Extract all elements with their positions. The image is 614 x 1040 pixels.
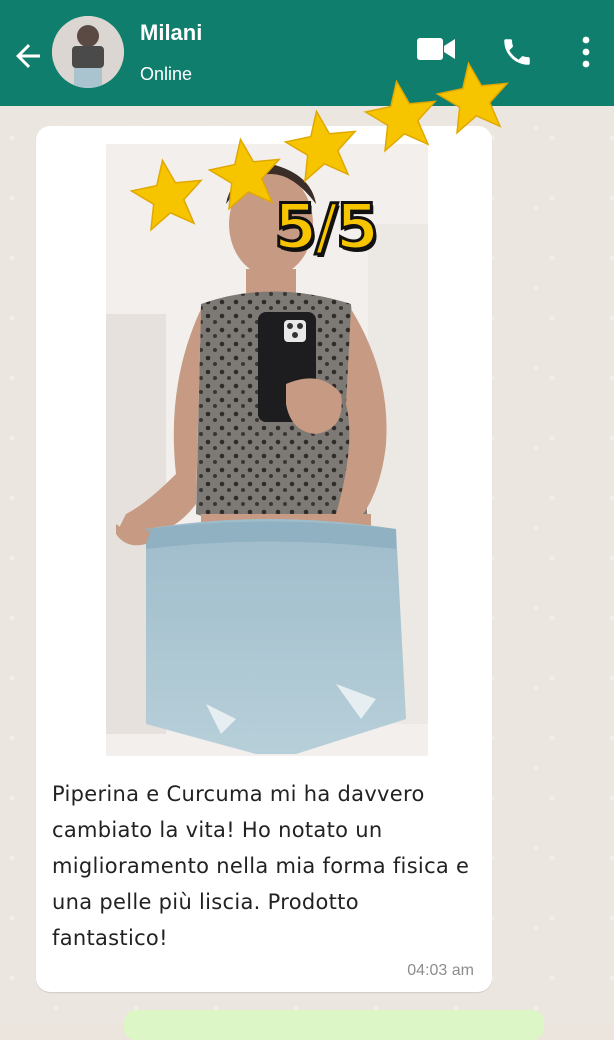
message-timestamp: 04:03 am bbox=[407, 962, 474, 979]
chat-header: Milani Online bbox=[0, 0, 614, 106]
video-call-icon[interactable] bbox=[416, 34, 456, 64]
outgoing-message-bubble-partial[interactable] bbox=[124, 1010, 544, 1040]
mirror-selfie-image bbox=[106, 144, 428, 756]
avatar[interactable] bbox=[52, 16, 124, 88]
rating-label: 5/5 bbox=[273, 189, 381, 265]
phone-icon[interactable] bbox=[500, 34, 534, 70]
incoming-message-bubble[interactable]: Piperina e Curcuma mi ha davvero cambiat… bbox=[36, 126, 492, 992]
contact-name[interactable]: Milani bbox=[140, 20, 202, 46]
more-options-icon[interactable] bbox=[576, 34, 596, 70]
contact-status: Online bbox=[140, 64, 193, 84]
avatar-image bbox=[52, 16, 124, 88]
back-arrow-icon[interactable] bbox=[10, 38, 46, 74]
message-text: Piperina e Curcuma mi ha davvero cambiat… bbox=[52, 782, 470, 950]
message-photo[interactable] bbox=[106, 144, 428, 756]
